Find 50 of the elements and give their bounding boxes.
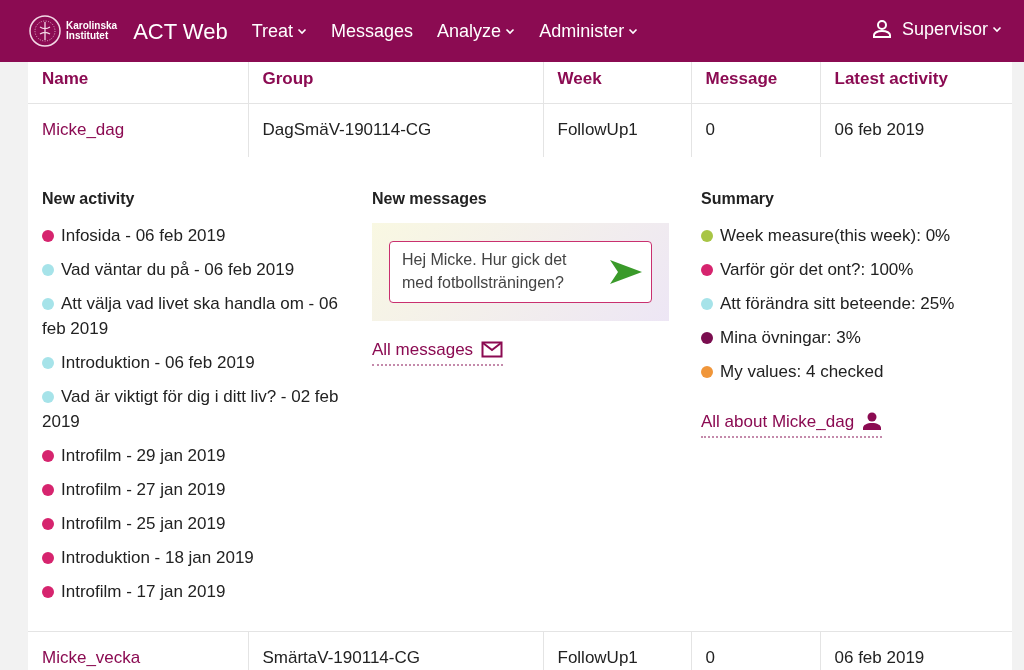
table-cell: FollowUp1	[543, 631, 691, 670]
table-cell: 0	[691, 103, 820, 156]
logo[interactable]: Karolinska Institutet	[28, 14, 118, 48]
logo-text: Karolinska	[66, 20, 118, 31]
activity-text: Mina övningar: 3%	[720, 327, 861, 347]
envelope-icon	[481, 340, 504, 358]
activity-text: Att välja vad livet ska handla om - 06 feb 2019	[42, 293, 338, 338]
section-title: Summary	[701, 188, 775, 209]
send-icon[interactable]	[609, 258, 643, 285]
menu-dropdown[interactable]: Treat	[251, 17, 308, 45]
activity-text: Vad väntar du på - 06 feb 2019	[61, 259, 295, 279]
activity-text: My values: 4 checked	[720, 361, 884, 381]
column-header: Latest activity	[820, 62, 1012, 103]
patient-link[interactable]: Micke_vecka	[42, 647, 141, 667]
activity-text: Vad är viktigt för dig i ditt liv? - 02 feb 2019	[42, 386, 339, 431]
activity-text: Introfilm - 29 jan 2019	[61, 445, 226, 465]
activity-text: Introduktion - 18 jan 2019	[61, 547, 254, 567]
user-menu[interactable]: Supervisor	[871, 15, 1002, 43]
table-cell: 0	[691, 631, 820, 670]
message-field[interactable]: Hej Micke. Hur gick det med fotbollsträningen?	[389, 240, 652, 303]
all-messages-link[interactable]: All messages	[372, 336, 504, 366]
user-icon	[871, 19, 892, 39]
activity-text: Introduktion - 06 feb 2019	[61, 352, 255, 372]
profile-link[interactable]: All about Micke_dag	[701, 408, 883, 438]
column-header: Message	[691, 62, 820, 103]
table-cell: 06 feb 2019	[820, 631, 1012, 670]
activity-text: Introfilm - 17 jan 2019	[61, 581, 226, 601]
activity-text: Introfilm - 27 jan 2019	[61, 479, 226, 499]
column-header: Group	[248, 62, 543, 103]
table-cell: 06 feb 2019	[820, 103, 1012, 156]
brand-link[interactable]: ACT Web	[133, 14, 228, 48]
activity-text: Infosida - 06 feb 2019	[61, 225, 226, 245]
column-header: Name	[28, 62, 248, 103]
menu-link[interactable]: Messages	[331, 17, 414, 45]
person-icon	[862, 411, 883, 432]
table-cell: DagSmäV-190114-CG	[248, 103, 543, 156]
menu-dropdown[interactable]: Analyze	[437, 17, 516, 45]
seal-icon	[28, 14, 62, 48]
menu-dropdown[interactable]: Administer	[539, 17, 639, 45]
table-cell: FollowUp1	[543, 103, 691, 156]
section-title: New messages	[372, 188, 488, 209]
patient-link[interactable]: Micke_dag	[42, 119, 125, 139]
table-cell: SmärtaV-190114-CG	[248, 631, 543, 670]
activity-text: Varför gör det ont?: 100%	[720, 259, 914, 279]
column-header: Week	[543, 62, 691, 103]
section-title: New activity	[42, 188, 136, 209]
logo-text: Institutet	[66, 31, 110, 42]
activity-text: Introfilm - 25 jan 2019	[61, 513, 226, 533]
activity-text: Week measure(this week): 0%	[720, 225, 951, 245]
activity-text: Att förändra sitt beteende: 25%	[720, 293, 955, 313]
